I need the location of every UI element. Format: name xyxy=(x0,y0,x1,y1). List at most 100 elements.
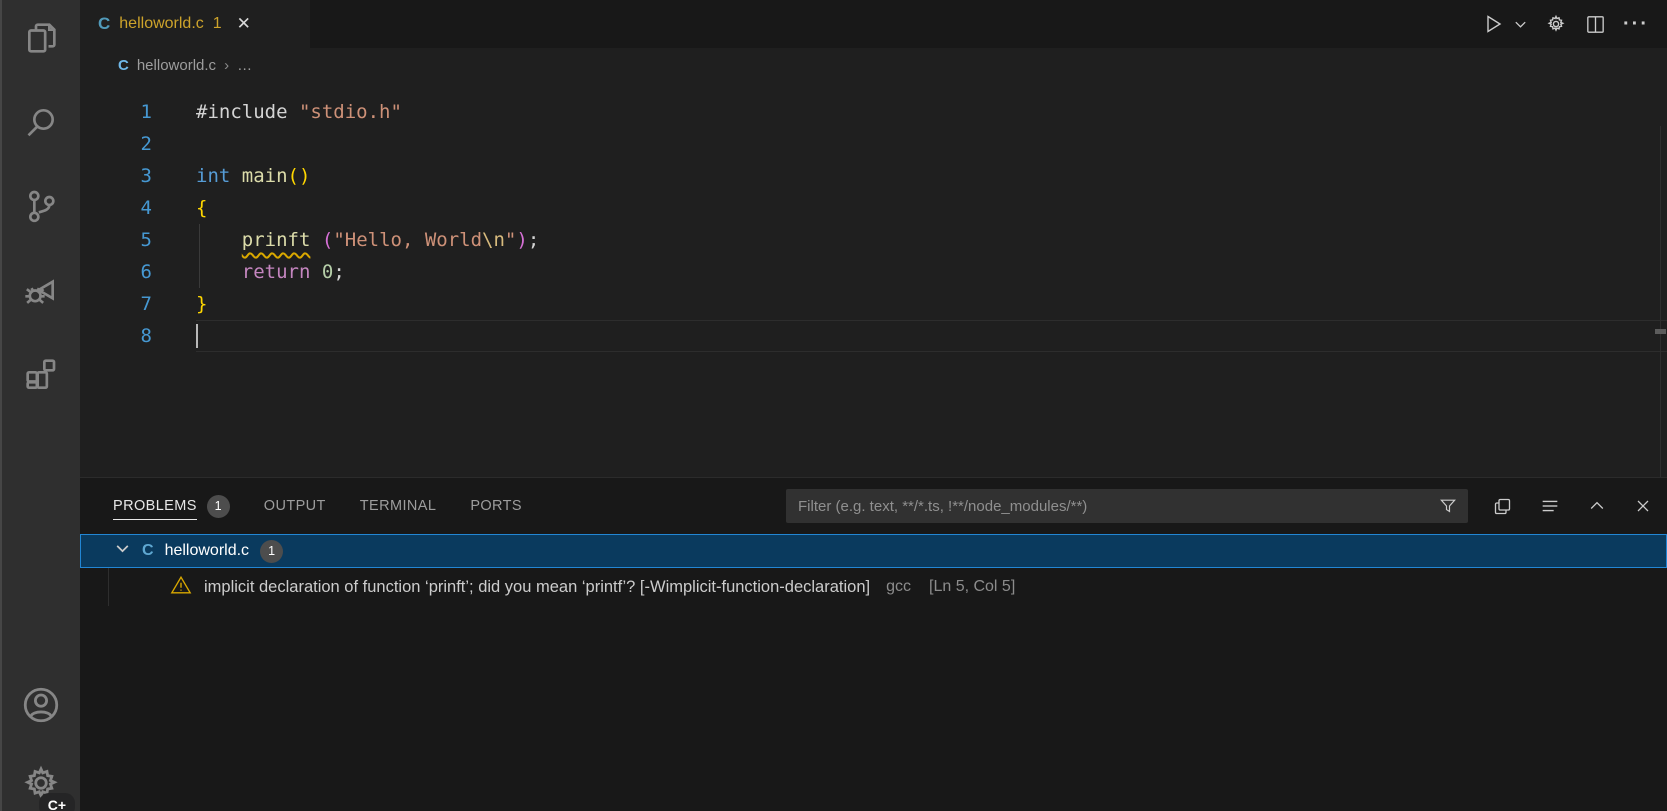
ellipsis-icon[interactable]: ··· xyxy=(1623,13,1649,36)
code-token: int xyxy=(196,165,230,187)
code-token: return xyxy=(242,261,311,283)
line-number: 6 xyxy=(80,256,152,288)
problem-source: gcc xyxy=(886,578,911,596)
panel-tab-problems[interactable]: PROBLEMS 1 xyxy=(113,478,230,534)
code-token: 0 xyxy=(322,261,333,283)
tab-label: helloworld.c xyxy=(119,15,203,33)
code-line[interactable]: 2 xyxy=(80,128,1667,160)
problems-file-name: helloworld.c xyxy=(165,542,249,560)
code-line-content[interactable]: int main() xyxy=(196,160,1667,192)
panel-tab-label: PROBLEMS xyxy=(113,498,197,520)
code-token: ; xyxy=(333,261,344,283)
code-line[interactable]: 8 xyxy=(80,320,1667,352)
problems-filter[interactable] xyxy=(786,489,1468,523)
c-file-icon: C xyxy=(98,14,110,34)
code-line-content[interactable]: #include "stdio.h" xyxy=(196,96,1667,128)
code-token: " xyxy=(505,229,516,251)
code-line[interactable]: 4{ xyxy=(80,192,1667,224)
code-line[interactable]: 1 #include "stdio.h" xyxy=(80,96,1667,128)
line-number: 3 xyxy=(80,160,152,192)
code-line-content[interactable]: return 0; xyxy=(196,256,1667,288)
activity-bar: C+ xyxy=(0,0,80,811)
problem-location: [Ln 5, Col 5] xyxy=(929,578,1015,596)
editor-tab-bar: C helloworld.c 1 ✕ xyxy=(80,0,1667,48)
close-panel-icon[interactable] xyxy=(1633,496,1653,516)
line-number: 1 xyxy=(80,96,152,128)
settings-gear-icon[interactable] xyxy=(1544,12,1568,36)
chevron-down-icon[interactable] xyxy=(114,540,131,562)
code-token: { xyxy=(196,197,207,219)
code-token: ) xyxy=(516,229,527,251)
panel-tabs: PROBLEMS 1 OUTPUT TERMINAL PORTS xyxy=(113,478,522,534)
c-file-icon: C xyxy=(142,542,154,560)
problem-message: implicit declaration of function ‘prinft… xyxy=(204,578,870,597)
code-token: \n xyxy=(482,229,505,251)
code-token: "Hello, World xyxy=(333,229,482,251)
warning-icon xyxy=(170,574,192,601)
search-icon[interactable] xyxy=(19,100,63,144)
code-token xyxy=(196,229,242,251)
problems-file-row[interactable]: C helloworld.c 1 xyxy=(80,534,1667,568)
code-token: "stdio.h" xyxy=(299,101,402,123)
filter-input[interactable] xyxy=(798,498,1438,515)
bottom-panel: PROBLEMS 1 OUTPUT TERMINAL PORTS xyxy=(80,477,1667,811)
line-number: 2 xyxy=(80,128,152,160)
code-line[interactable]: 3 int main() xyxy=(80,160,1667,192)
account-icon[interactable] xyxy=(19,683,63,727)
panel-tab-label: OUTPUT xyxy=(264,498,326,514)
settings-gear-icon[interactable]: C+ xyxy=(19,761,63,805)
panel-header: PROBLEMS 1 OUTPUT TERMINAL PORTS xyxy=(80,478,1667,534)
line-number: 8 xyxy=(80,320,152,352)
settings-badge: C+ xyxy=(39,793,75,811)
code-token: ; xyxy=(528,229,539,251)
code-line-content[interactable]: } xyxy=(196,288,1667,320)
panel-tab-output[interactable]: OUTPUT xyxy=(264,478,326,534)
code-token: main xyxy=(242,165,288,187)
code-line-content[interactable]: prinft ("Hello, World\n"); xyxy=(196,224,1667,256)
breadcrumb-more[interactable]: … xyxy=(237,57,252,74)
problems-list: C helloworld.c 1 implicit declaration of… xyxy=(80,534,1667,811)
run-debug-icon[interactable] xyxy=(19,268,63,312)
code-token: prinft xyxy=(242,229,311,251)
source-control-icon[interactable] xyxy=(19,184,63,228)
editor-area: C helloworld.c 1 ✕ xyxy=(80,0,1667,477)
scrollbar-marker xyxy=(1655,329,1666,334)
chevron-down-icon[interactable] xyxy=(1513,17,1528,32)
line-number: 5 xyxy=(80,224,152,256)
collapse-all-icon[interactable] xyxy=(1539,495,1561,517)
filter-funnel-icon[interactable] xyxy=(1438,496,1458,516)
breadcrumb-file[interactable]: helloworld.c xyxy=(137,57,216,74)
tab-problem-count: 1 xyxy=(213,15,222,33)
view-mode-icon[interactable] xyxy=(1492,496,1513,517)
panel-tab-ports[interactable]: PORTS xyxy=(470,478,522,534)
extensions-icon[interactable] xyxy=(19,352,63,396)
panel-tab-badge: 1 xyxy=(207,495,230,518)
panel-actions xyxy=(1492,495,1653,517)
tab-helloworld[interactable]: C helloworld.c 1 ✕ xyxy=(80,0,310,48)
code-token xyxy=(310,229,321,251)
code-line-content[interactable] xyxy=(196,320,1667,352)
code-line[interactable]: 6 return 0; xyxy=(80,256,1667,288)
code-line[interactable]: 7} xyxy=(80,288,1667,320)
breadcrumb[interactable]: C helloworld.c › … xyxy=(80,48,1667,82)
close-tab-icon[interactable]: ✕ xyxy=(237,14,251,34)
overview-ruler[interactable] xyxy=(1660,126,1661,477)
run-icon[interactable] xyxy=(1481,12,1505,36)
chevron-right-icon: › xyxy=(224,57,229,74)
vscode-window: C+ C helloworld.c 1 ✕ xyxy=(0,0,1667,811)
maximize-panel-icon[interactable] xyxy=(1587,496,1607,516)
panel-tab-label: PORTS xyxy=(470,498,522,514)
code-token xyxy=(310,261,321,283)
panel-tab-terminal[interactable]: TERMINAL xyxy=(360,478,437,534)
c-file-icon: C xyxy=(118,57,129,74)
code-editor[interactable]: 1#include "stdio.h"23int main()4{5 prinf… xyxy=(80,82,1667,477)
code-line-content[interactable]: { xyxy=(196,192,1667,224)
code-line-content[interactable] xyxy=(196,128,1667,160)
code-token: ( xyxy=(322,229,333,251)
line-number: 4 xyxy=(80,192,152,224)
problem-row[interactable]: implicit declaration of function ‘prinft… xyxy=(80,568,1667,606)
split-editor-icon[interactable] xyxy=(1584,13,1607,36)
explorer-icon[interactable] xyxy=(19,16,63,60)
code-line[interactable]: 5 prinft ("Hello, World\n"); xyxy=(80,224,1667,256)
editor-actions: ··· xyxy=(1481,0,1667,48)
